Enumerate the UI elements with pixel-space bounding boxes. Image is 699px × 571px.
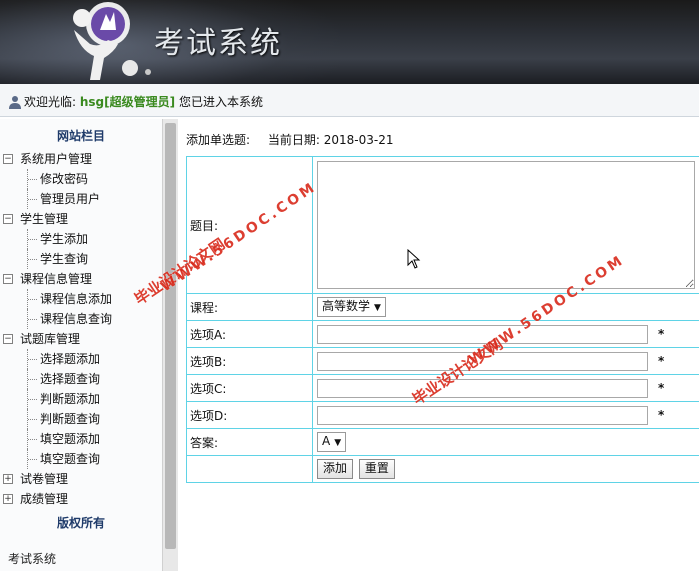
sidebar-title: 网站栏目 xyxy=(56,129,105,143)
mouse-cursor-icon xyxy=(407,249,421,269)
nav-item-label: 管理员用户 xyxy=(40,192,101,206)
dropdown-arrow-icon: ▼ xyxy=(374,303,381,313)
option-a-label: 选项A: xyxy=(186,320,313,348)
nav-item-label: 填空题查询 xyxy=(40,452,101,466)
add-button[interactable]: 添加 xyxy=(317,459,354,479)
question-label: 题目: xyxy=(186,156,313,294)
nav-group-label: 课程信息管理 xyxy=(20,272,93,286)
option-d-label: 选项D: xyxy=(186,401,313,429)
welcome-prefix: 欢迎光临: xyxy=(24,95,77,109)
scrollbar-thumb[interactable] xyxy=(165,123,176,549)
option-d-cell: * xyxy=(312,401,699,429)
option-c-label: 选项C: xyxy=(186,374,313,402)
nav-item-choice-query[interactable]: 选择题查询 xyxy=(0,369,162,389)
course-label: 课程: xyxy=(186,293,313,321)
option-a-input[interactable] xyxy=(317,324,648,344)
nav-group-label: 学生管理 xyxy=(20,212,69,226)
breadcrumb: 添加单选题: 当前日期: 2018-03-21 xyxy=(186,131,394,148)
nav-group-courses[interactable]: − 课程信息管理 xyxy=(0,269,162,289)
nav-item-change-password[interactable]: 修改密码 xyxy=(0,169,162,189)
option-a-cell: * xyxy=(312,320,699,348)
welcome-suffix: 您已进入本系统 xyxy=(178,95,263,109)
course-cell: 高等数学 ▼ xyxy=(312,293,699,321)
nav-item-student-query[interactable]: 学生查询 xyxy=(0,249,162,269)
nav-item-label: 学生添加 xyxy=(40,232,89,246)
actions-label xyxy=(186,455,313,483)
nav-item-label: 选择题添加 xyxy=(40,352,101,366)
required-mark: * xyxy=(658,380,665,395)
collapse-icon[interactable]: − xyxy=(3,214,13,224)
nav-item-judge-add[interactable]: 判断题添加 xyxy=(0,389,162,409)
sidebar-bottom-text: 考试系统 xyxy=(8,552,57,566)
logo-figure-icon xyxy=(73,2,151,80)
course-selected-value: 高等数学 xyxy=(322,299,371,313)
nav-item-course-add[interactable]: 课程信息添加 xyxy=(0,289,162,309)
question-cell xyxy=(312,156,699,294)
nav-group-system-users[interactable]: − 系统用户管理 xyxy=(0,149,162,169)
current-user: hsg[超级管理员] xyxy=(79,95,176,109)
question-textarea[interactable] xyxy=(317,161,695,289)
nav-group-label: 系统用户管理 xyxy=(20,152,93,166)
actions-cell: 添加 重置 xyxy=(312,455,699,483)
date-label: 当前日期: xyxy=(267,133,320,147)
collapse-icon[interactable]: − xyxy=(3,334,13,344)
page-title: 添加单选题: xyxy=(186,133,251,147)
nav-item-label: 判断题查询 xyxy=(40,412,101,426)
nav-item-fill-add[interactable]: 填空题添加 xyxy=(0,429,162,449)
nav-group-papers[interactable]: + 试卷管理 xyxy=(0,469,162,489)
required-mark: * xyxy=(658,326,665,341)
nav-item-label: 选择题查询 xyxy=(40,372,101,386)
header-banner: 考试系统 xyxy=(0,0,699,84)
nav-group-label: 试题库管理 xyxy=(20,332,81,346)
option-c-cell: * xyxy=(312,374,699,402)
option-b-input[interactable] xyxy=(317,351,648,371)
nav-item-label: 修改密码 xyxy=(40,172,89,186)
collapse-icon[interactable]: − xyxy=(3,274,13,284)
required-mark: * xyxy=(658,407,665,422)
required-mark: * xyxy=(658,353,665,368)
nav-tree: − 系统用户管理 修改密码 管理员用户 − 学生管理 学生添加 学生查询 − 课… xyxy=(0,149,162,509)
question-form: 题目: 课程: 高等数学 ▼ 选项A: * 选项B: * 选项C: * 选项D:… xyxy=(186,156,699,483)
date-value: 2018-03-21 xyxy=(323,133,394,147)
nav-item-choice-add[interactable]: 选择题添加 xyxy=(0,349,162,369)
option-d-input[interactable] xyxy=(317,405,648,425)
welcome-bar: 欢迎光临: hsg[超级管理员] 您已进入本系统 xyxy=(0,84,699,117)
sidebar-scrollbar[interactable] xyxy=(162,119,178,571)
nav-group-scores[interactable]: + 成绩管理 xyxy=(0,489,162,509)
dropdown-arrow-icon: ▼ xyxy=(334,438,342,448)
option-c-input[interactable] xyxy=(317,378,648,398)
user-icon xyxy=(9,96,21,109)
expand-icon[interactable]: + xyxy=(3,474,13,484)
app-title: 考试系统 xyxy=(154,26,282,61)
answer-cell: A ▼ xyxy=(312,428,699,456)
answer-selected-value: A xyxy=(322,434,331,448)
nav-item-label: 课程信息添加 xyxy=(40,292,113,306)
nav-group-label: 成绩管理 xyxy=(20,492,69,506)
nav-item-label: 判断题添加 xyxy=(40,392,101,406)
answer-label: 答案: xyxy=(186,428,313,456)
nav-group-question-bank[interactable]: − 试题库管理 xyxy=(0,329,162,349)
option-b-cell: * xyxy=(312,347,699,375)
nav-group-students[interactable]: − 学生管理 xyxy=(0,209,162,229)
nav-item-judge-query[interactable]: 判断题查询 xyxy=(0,409,162,429)
nav-item-admin-users[interactable]: 管理员用户 xyxy=(0,189,162,209)
nav-item-fill-query[interactable]: 填空题查询 xyxy=(0,449,162,469)
reset-button[interactable]: 重置 xyxy=(358,459,395,479)
nav-item-label: 课程信息查询 xyxy=(40,312,113,326)
main-content: 添加单选题: 当前日期: 2018-03-21 题目: 课程: 高等数学 ▼ 选项… xyxy=(180,119,699,571)
collapse-icon[interactable]: − xyxy=(3,154,13,164)
nav-item-student-add[interactable]: 学生添加 xyxy=(0,229,162,249)
course-select[interactable]: 高等数学 ▼ xyxy=(317,297,386,317)
answer-select[interactable]: A ▼ xyxy=(317,432,347,452)
option-b-label: 选项B: xyxy=(186,347,313,375)
sidebar: 网站栏目 − 系统用户管理 修改密码 管理员用户 − 学生管理 学生添加 学生查… xyxy=(0,119,162,571)
sidebar-footer: 版权所有 xyxy=(56,516,105,530)
nav-item-label: 填空题添加 xyxy=(40,432,101,446)
expand-icon[interactable]: + xyxy=(3,494,13,504)
nav-item-course-query[interactable]: 课程信息查询 xyxy=(0,309,162,329)
nav-item-label: 学生查询 xyxy=(40,252,89,266)
nav-group-label: 试卷管理 xyxy=(20,472,69,486)
